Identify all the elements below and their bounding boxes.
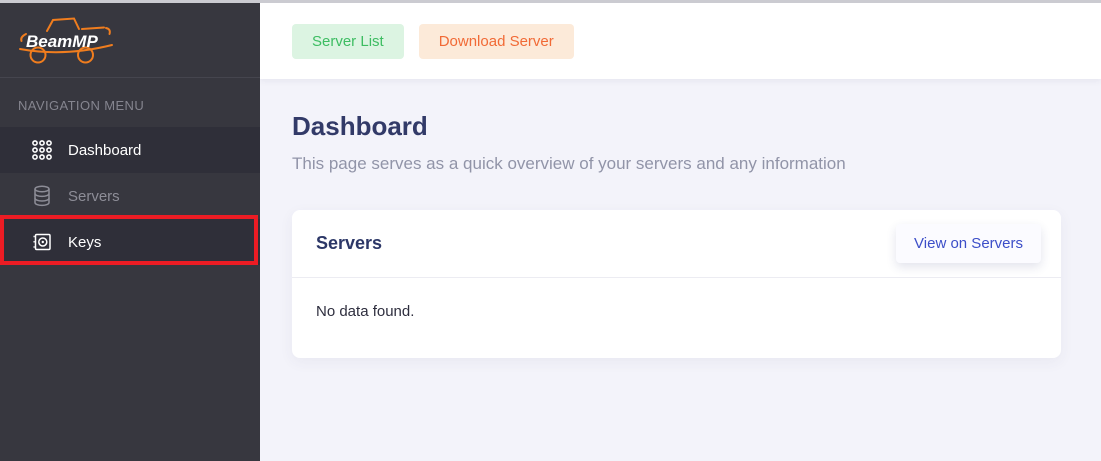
window-top-edge (0, 0, 1101, 3)
top-toolbar: Server List Download Server (260, 3, 1101, 79)
grid-dots-icon (30, 138, 54, 162)
beammp-truck-logo-icon: BeamMP (16, 14, 118, 66)
sidebar-item-dashboard[interactable]: Dashboard (0, 127, 260, 173)
logo-text: BeamMP (26, 32, 98, 51)
servers-card: Servers View on Servers No data found. (292, 210, 1061, 358)
main-area: Server List Download Server Dashboard Th… (260, 3, 1101, 461)
servers-card-body: No data found. (292, 278, 1061, 358)
page-content: Dashboard This page serves as a quick ov… (260, 79, 1101, 358)
logo-area[interactable]: BeamMP (0, 3, 260, 78)
sidebar: BeamMP NAVIGATION MENU Dashboard Servers (0, 3, 260, 461)
database-icon (30, 184, 54, 208)
download-server-button[interactable]: Download Server (419, 24, 574, 59)
servers-card-header: Servers View on Servers (292, 210, 1061, 278)
page-title: Dashboard (292, 111, 1061, 142)
card-title: Servers (316, 233, 382, 254)
server-list-button[interactable]: Server List (292, 24, 404, 59)
sidebar-item-label: Keys (68, 234, 101, 251)
sidebar-item-servers[interactable]: Servers (0, 173, 260, 219)
view-on-servers-button[interactable]: View on Servers (896, 224, 1041, 263)
sidebar-item-keys[interactable]: Keys (0, 219, 260, 265)
nav-section-label: NAVIGATION MENU (0, 78, 260, 127)
safe-icon (30, 230, 54, 254)
page-subtitle: This page serves as a quick overview of … (292, 154, 1061, 174)
sidebar-item-label: Servers (68, 188, 120, 205)
empty-state-text: No data found. (316, 303, 414, 320)
sidebar-item-label: Dashboard (68, 142, 141, 159)
